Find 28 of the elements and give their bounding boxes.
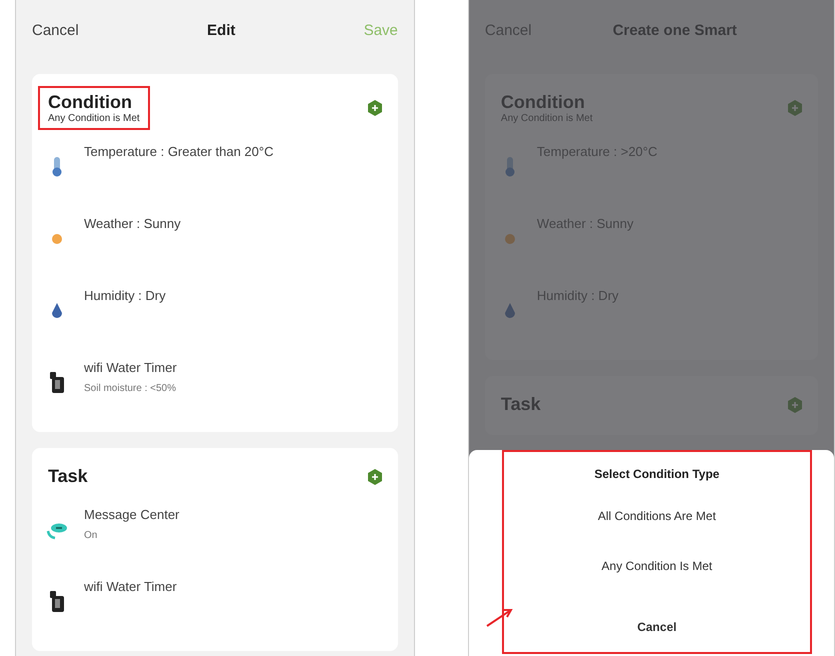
section-title: Task [500, 394, 541, 415]
condition-type-link[interactable]: Any Condition is Met [48, 113, 140, 124]
row-title: wifi Water Timer [84, 360, 177, 375]
sheet-option[interactable]: Any Condition Is Met [504, 541, 810, 591]
list-row[interactable]: Weather : Sunny [46, 208, 384, 280]
section-title: Condition [48, 92, 133, 113]
section-title: Task [48, 466, 88, 487]
screen-title: Edit [207, 22, 236, 38]
list-row[interactable]: wifi Water Timer [46, 571, 384, 643]
list-row[interactable]: Temperature : Greater than 20°C [46, 136, 384, 208]
row-subtitle: On [84, 530, 98, 541]
screen-title: Create one Smart [612, 22, 737, 38]
row-subtitle: Soil moisture : <50% [84, 383, 177, 394]
row-title: Message Center [84, 507, 180, 522]
list-row[interactable]: Message Center On [46, 499, 384, 571]
row-title: Humidity : Dry [84, 288, 166, 303]
add-icon[interactable] [366, 99, 384, 117]
section-title: Condition [500, 92, 586, 113]
list-row[interactable]: wifi Water Timer Soil moisture : <50% [46, 352, 384, 424]
row-title: Temperature : Greater than 20°C [84, 144, 274, 159]
cancel-button[interactable]: Cancel [32, 22, 79, 38]
add-icon[interactable] [366, 468, 384, 486]
list-row[interactable]: Humidity : Dry [46, 280, 384, 352]
row-title: Weather : Sunny [84, 216, 181, 231]
row-title: wifi Water Timer [84, 579, 177, 594]
cancel-button[interactable]: Cancel [504, 602, 810, 652]
sheet-title: Select Condition Type [594, 466, 720, 483]
sheet-option[interactable]: All Conditions Are Met [504, 492, 810, 542]
